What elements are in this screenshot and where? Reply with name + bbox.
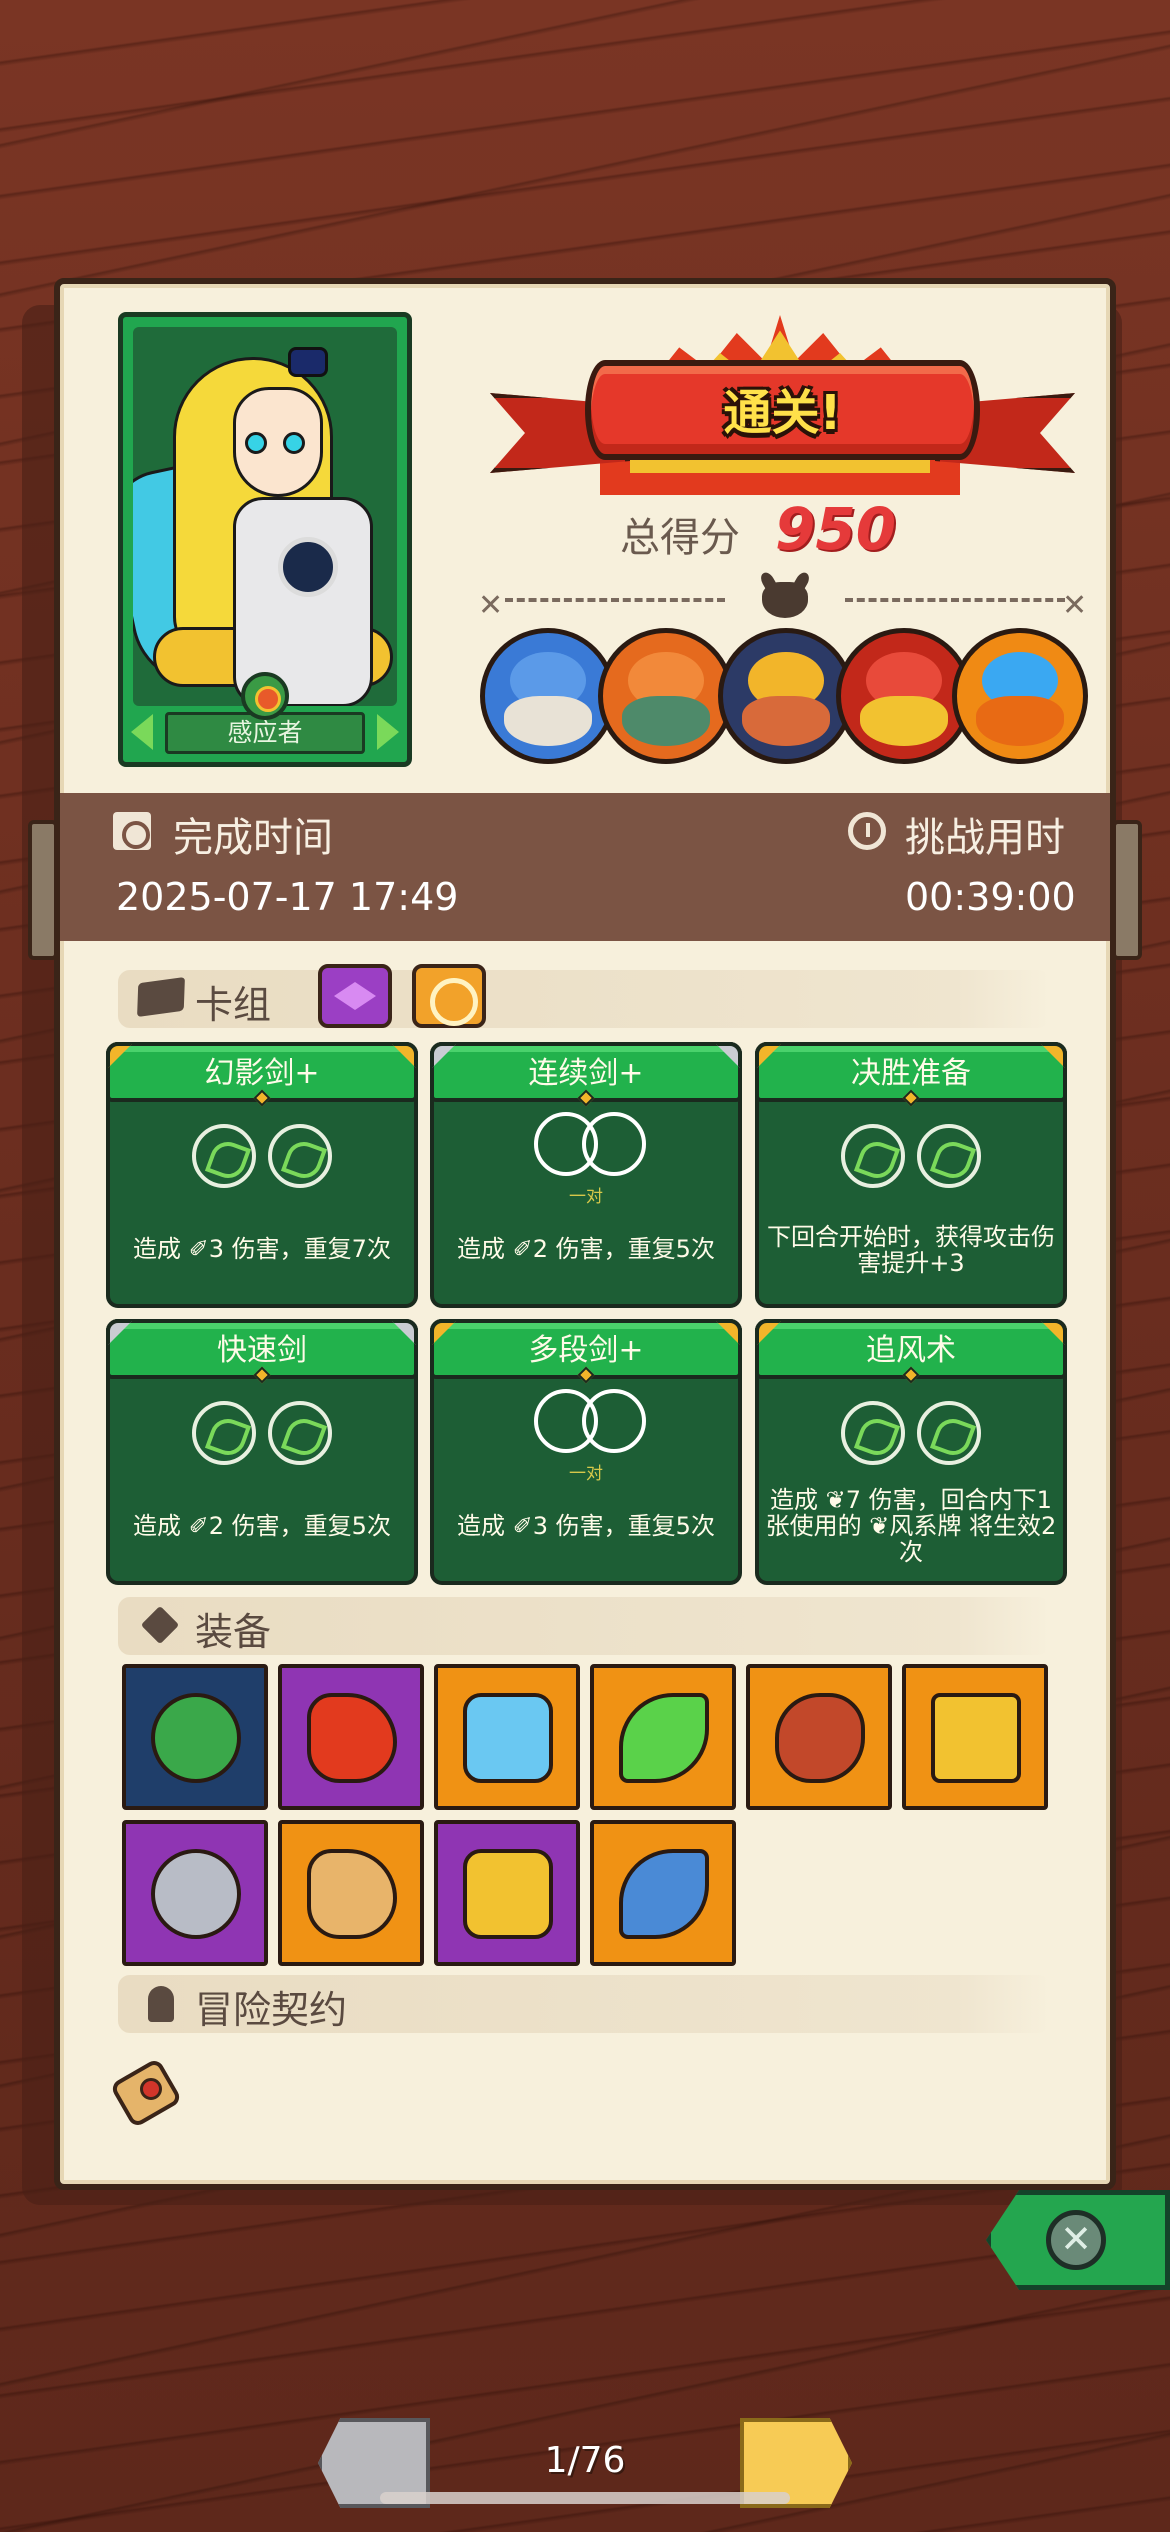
- page-indicator: 1/76: [544, 2440, 626, 2481]
- stopwatch-icon: [848, 812, 886, 850]
- finish-time-label: 完成时间: [173, 815, 333, 861]
- card-description: 造成 ❦7 伤害，回合内下1张使用的 ❦风系牌 将生效2次: [765, 1486, 1057, 1566]
- golden-cross-emblem-icon: [931, 1693, 1021, 1783]
- roast-meat-slot[interactable]: [746, 1664, 892, 1810]
- duration-value: 00:39:00: [905, 875, 1076, 919]
- mushroom-elder-boss-portrait[interactable]: [480, 628, 616, 764]
- hero-portrait-art: [133, 327, 397, 706]
- deck-title: 卡组: [195, 983, 272, 1027]
- cards-icon: [137, 976, 185, 1018]
- duration-label: 挑战用时: [905, 815, 1065, 861]
- card-description: 造成 ✐3 伤害，重复5次: [457, 1512, 715, 1540]
- wind-rune-icon: [917, 1124, 981, 1188]
- fish-king-boss-portrait[interactable]: [718, 628, 854, 764]
- divider-line: [845, 598, 1065, 604]
- card-description: 造成 ✐3 伤害，重复7次: [133, 1235, 391, 1263]
- deck-card[interactable]: 多段剑+ 一对造成 ✐3 伤害，重复5次: [430, 1319, 742, 1585]
- emerald-hex-amulet-slot[interactable]: [122, 1664, 268, 1810]
- card-title: 连续剑+: [528, 1056, 644, 1091]
- pair-label: 一对: [569, 1187, 603, 1207]
- red-potion-flask-slot[interactable]: [278, 1664, 424, 1810]
- roast-meat-icon: [775, 1693, 865, 1783]
- green-feather-icon: [619, 1693, 709, 1783]
- panel-side-tab-right: [1112, 820, 1142, 960]
- close-icon[interactable]: ✕: [1046, 2210, 1106, 2270]
- deck-card[interactable]: 决胜准备下回合开始时，获得攻击伤害提升+3: [755, 1042, 1067, 1308]
- card-description: 造成 ✐2 伤害，重复5次: [133, 1512, 391, 1540]
- divider-line: [505, 598, 725, 604]
- home-indicator[interactable]: [380, 2492, 790, 2504]
- equipment-title: 装备: [195, 1610, 272, 1654]
- empty-rune-slot-icon: [582, 1389, 646, 1453]
- skull-icon: [762, 582, 808, 618]
- crossed-swords-icon: ✕: [1062, 588, 1088, 623]
- ice-skull-shield-slot[interactable]: [434, 1664, 580, 1810]
- card-title: 决胜准备: [851, 1056, 971, 1091]
- contract-scroll-item[interactable]: [109, 2048, 183, 2129]
- emerald-hex-amulet-icon: [151, 1693, 241, 1783]
- wind-rune-icon: [192, 1124, 256, 1188]
- victory-banner: 通关!: [490, 315, 1075, 500]
- wind-rune-icon: [268, 1124, 332, 1188]
- golden-chest-icon: [463, 1849, 553, 1939]
- wind-rune-icon: [192, 1401, 256, 1465]
- battle-axe-icon: [619, 1849, 709, 1939]
- red-potion-flask-icon: [307, 1693, 397, 1783]
- deck-card[interactable]: 幻影剑+ 造成 ✐3 伤害，重复7次: [106, 1042, 418, 1308]
- wind-rune-icon: [841, 1401, 905, 1465]
- score-value: 950: [775, 495, 897, 563]
- ice-skull-shield-icon: [463, 1693, 553, 1783]
- card-title: 多段剑+: [528, 1333, 644, 1368]
- empty-rune-slot-icon: [582, 1112, 646, 1176]
- card-title: 快速剑: [217, 1333, 307, 1368]
- pair-label: 一对: [569, 1464, 603, 1484]
- steel-cube-icon: [151, 1849, 241, 1939]
- score-label: 总得分: [620, 515, 740, 561]
- card-title: 幻影剑+: [204, 1056, 320, 1091]
- steel-cube-slot[interactable]: [122, 1820, 268, 1966]
- deck-card[interactable]: 追风术造成 ❦7 伤害，回合内下1张使用的 ❦风系牌 将生效2次: [755, 1319, 1067, 1585]
- finish-time-value: 2025-07-17 17:49: [116, 875, 459, 919]
- film-icon: [113, 812, 151, 850]
- battle-axe-slot[interactable]: [590, 1820, 736, 1966]
- contract-title: 冒险契约: [195, 1988, 348, 2032]
- orange-swirl-badge-icon[interactable]: [412, 964, 486, 1028]
- deck-card[interactable]: 快速剑造成 ✐2 伤害，重复5次: [106, 1319, 418, 1585]
- hero-portrait-card[interactable]: 感应者: [118, 312, 412, 767]
- wind-rune-icon: [917, 1401, 981, 1465]
- green-feather-slot[interactable]: [590, 1664, 736, 1810]
- golden-cross-emblem-slot[interactable]: [902, 1664, 1048, 1810]
- purple-eye-badge-icon[interactable]: [318, 964, 392, 1028]
- prev-hero-arrow-icon[interactable]: [131, 714, 153, 750]
- card-description: 造成 ✐2 伤害，重复5次: [457, 1235, 715, 1263]
- wind-rune-icon: [841, 1124, 905, 1188]
- banner-title: 通关!: [723, 385, 842, 441]
- deck-card[interactable]: 连续剑+ 一对造成 ✐2 伤害，重复5次: [430, 1042, 742, 1308]
- card-description: 下回合开始时，获得攻击伤害提升+3: [767, 1223, 1055, 1277]
- wind-rune-icon: [268, 1401, 332, 1465]
- treasure-sack-slot[interactable]: [278, 1820, 424, 1966]
- golden-chest-slot[interactable]: [434, 1820, 580, 1966]
- crossed-swords-icon: ✕: [478, 588, 504, 623]
- card-title: 追风术: [866, 1333, 956, 1368]
- contract-icon: [148, 1986, 174, 2022]
- orange-ogre-boss-portrait[interactable]: [598, 628, 734, 764]
- hero-medal-icon: [241, 672, 289, 720]
- treasure-sack-icon: [307, 1849, 397, 1939]
- next-hero-arrow-icon[interactable]: [377, 714, 399, 750]
- crystal-golem-boss-portrait[interactable]: [952, 628, 1088, 764]
